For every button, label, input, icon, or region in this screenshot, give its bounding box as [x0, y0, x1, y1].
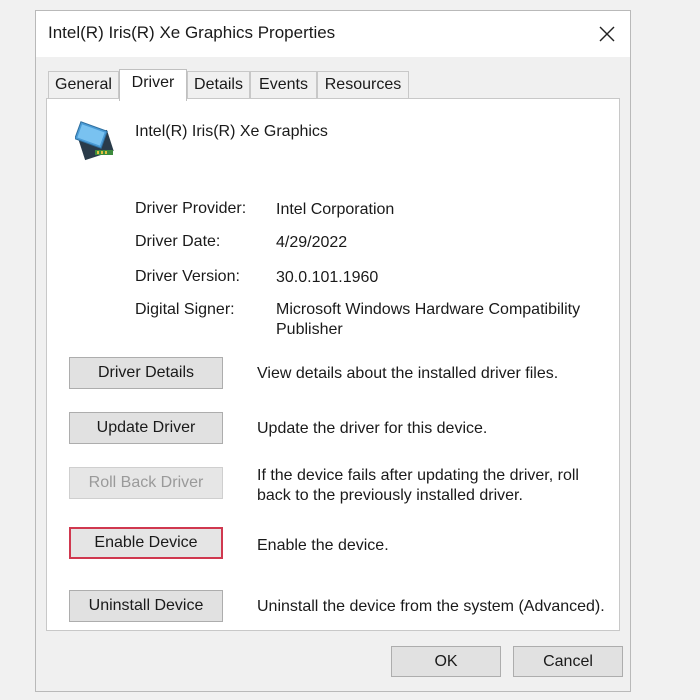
driver-date-value: 4/29/2022 — [276, 234, 348, 251]
digital-signer-value: Microsoft Windows Hardware Compatibility… — [276, 301, 581, 338]
driver-details-button[interactable]: Driver Details — [69, 357, 223, 389]
properties-dialog: Intel(R) Iris(R) Xe Graphics Properties … — [35, 10, 631, 692]
tab-details[interactable]: Details — [187, 71, 250, 98]
roll-back-driver-description: If the device fails after updating the d… — [257, 467, 579, 504]
driver-version-label: Driver Version: — [135, 268, 240, 285]
title-bar: Intel(R) Iris(R) Xe Graphics Properties — [36, 11, 630, 57]
uninstall-device-description: Uninstall the device from the system (Ad… — [257, 598, 605, 615]
window-title: Intel(R) Iris(R) Xe Graphics Properties — [48, 23, 336, 42]
digital-signer-label: Digital Signer: — [135, 301, 235, 318]
cancel-button[interactable]: Cancel — [513, 646, 623, 677]
tab-general[interactable]: General — [48, 71, 119, 98]
enable-device-description: Enable the device. — [257, 537, 389, 554]
device-name: Intel(R) Iris(R) Xe Graphics — [135, 123, 328, 140]
ok-button[interactable]: OK — [391, 646, 501, 677]
driver-details-description: View details about the installed driver … — [257, 365, 559, 382]
tab-resources[interactable]: Resources — [317, 71, 409, 98]
tab-driver[interactable]: Driver — [119, 69, 187, 101]
tab-events[interactable]: Events — [250, 71, 317, 98]
driver-version-value: 30.0.101.1960 — [276, 269, 379, 286]
driver-date-label: Driver Date: — [135, 233, 221, 250]
close-icon — [599, 26, 615, 42]
update-driver-description: Update the driver for this device. — [257, 420, 488, 437]
driver-provider-label: Driver Provider: — [135, 200, 247, 217]
driver-tab-panel: Intel(R) Iris(R) Xe Graphics Driver Prov… — [46, 98, 620, 631]
uninstall-device-button[interactable]: Uninstall Device — [69, 590, 223, 622]
roll-back-driver-button[interactable]: Roll Back Driver — [69, 467, 223, 499]
enable-device-button[interactable]: Enable Device — [69, 527, 223, 559]
driver-provider-value: Intel Corporation — [276, 201, 395, 218]
display-adapter-icon — [74, 120, 119, 169]
close-button[interactable] — [584, 11, 630, 57]
update-driver-button[interactable]: Update Driver — [69, 412, 223, 444]
